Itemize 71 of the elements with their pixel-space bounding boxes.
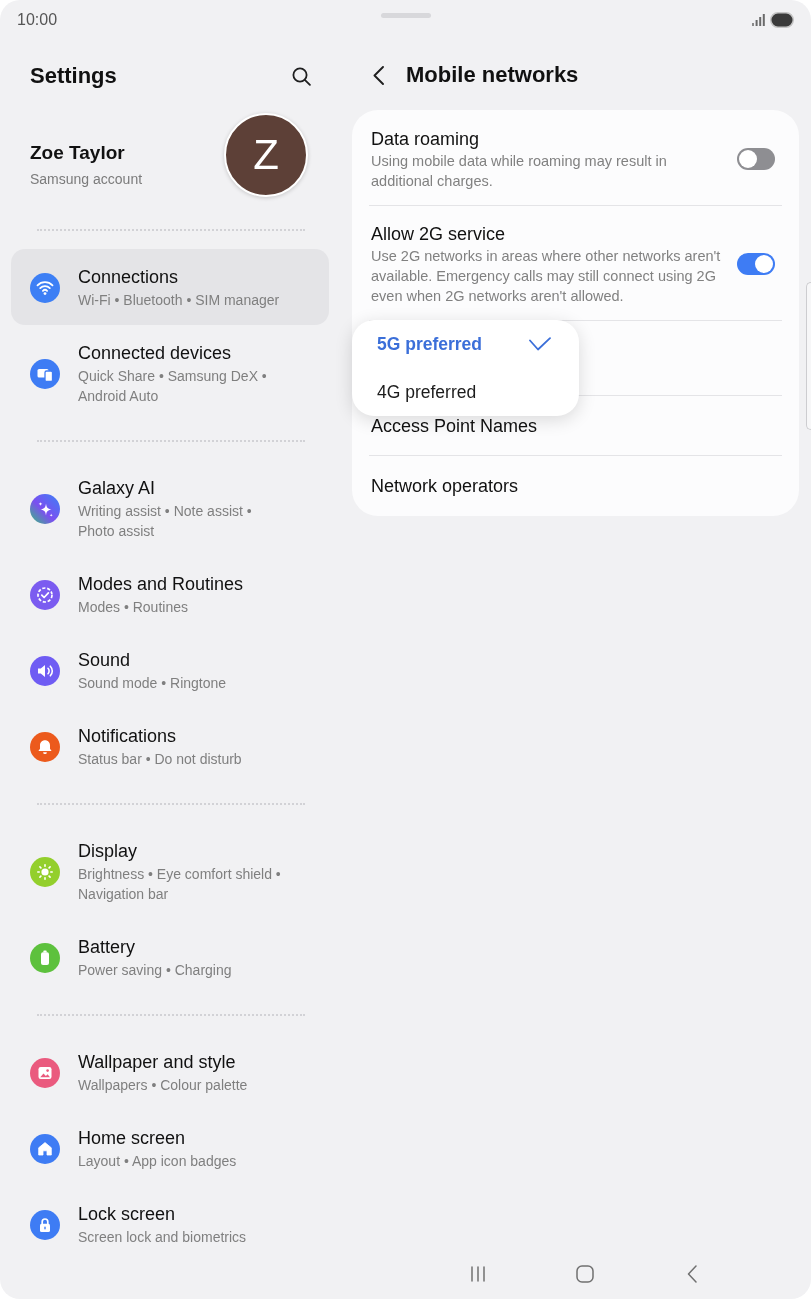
toggle-switch[interactable] — [737, 148, 775, 170]
search-icon — [291, 66, 311, 86]
account-label: Samsung account — [30, 170, 143, 189]
item-subtitle: Wi-Fi • Bluetooth • SIM manager — [78, 291, 280, 310]
status-time: 10:00 — [17, 10, 58, 30]
item-title: Connected devices — [78, 342, 232, 365]
menu-option[interactable]: 5G preferred — [352, 320, 579, 368]
item-subtitle: Status bar • Do not disturb — [78, 750, 242, 769]
item-subtitle: Modes • Routines — [78, 598, 188, 617]
setting-description: Use 2G networks in areas where other networks aren't available. Emergency calls may still connect using 2G even when 2G networks aren't allowed. — [371, 247, 722, 306]
settings-list-item[interactable]: Connected devices Quick Share • Samsung DeX • Android Auto — [11, 325, 329, 421]
avatar[interactable]: Z — [224, 113, 308, 197]
item-subtitle: Screen lock and biometrics — [78, 1228, 247, 1247]
page-title: Settings — [30, 62, 117, 90]
item-subtitle: Wallpapers • Colour palette — [78, 1076, 248, 1095]
back-icon — [372, 65, 384, 85]
item-title: Galaxy AI — [78, 477, 156, 500]
item-title: Modes and Routines — [78, 573, 244, 596]
drag-handle[interactable] — [380, 13, 431, 18]
sparkle-icon — [30, 493, 60, 524]
home-icon — [30, 1133, 60, 1164]
item-title: Sound — [78, 649, 131, 672]
setting-description: Using mobile data while roaming may result in additional charges. — [371, 152, 668, 191]
settings-list-item[interactable]: Galaxy AI Writing assist • Note assist • Photo assist — [11, 460, 329, 556]
wifi-icon — [30, 272, 60, 303]
lock-icon — [30, 1209, 60, 1240]
recents-icon — [470, 1266, 486, 1282]
edge-handle[interactable] — [806, 282, 811, 430]
item-title: Display — [78, 840, 138, 863]
back-icon — [687, 1265, 697, 1283]
check-circle-icon — [30, 579, 60, 610]
item-title: Battery — [78, 936, 136, 959]
settings-list-item[interactable]: Sound Sound mode • Ringtone — [11, 632, 329, 708]
settings-list-item[interactable]: Connections Wi-Fi • Bluetooth • SIM manager — [11, 249, 329, 325]
settings-list-item[interactable]: Modes and Routines Modes • Routines — [11, 556, 329, 632]
settings-list-item[interactable]: Home screen Layout • App icon badges — [11, 1110, 329, 1186]
image-icon — [30, 1057, 60, 1088]
devices-icon — [30, 358, 60, 389]
setting-title[interactable]: Network operators — [371, 474, 519, 498]
item-subtitle: Writing assist • Note assist • Photo assist — [78, 502, 253, 541]
setting-title[interactable]: Access Point Names — [371, 414, 538, 438]
item-title: Home screen — [78, 1127, 186, 1150]
item-subtitle: Layout • App icon badges — [78, 1152, 237, 1171]
item-title: Wallpaper and style — [78, 1051, 236, 1074]
settings-list-item[interactable]: Lock screen Screen lock and biometrics — [11, 1186, 329, 1262]
home-icon — [576, 1265, 594, 1283]
toggle-switch[interactable] — [737, 253, 775, 275]
check-icon — [529, 337, 551, 351]
setting-title: Data roaming — [371, 128, 480, 151]
battery-icon — [30, 942, 60, 973]
item-title: Connections — [78, 266, 179, 289]
item-subtitle: Brightness • Eye comfort shield • Navigation bar — [78, 865, 282, 904]
item-subtitle: Sound mode • Ringtone — [78, 674, 227, 693]
bell-icon — [30, 731, 60, 762]
sun-icon — [30, 856, 60, 887]
profile-name: Zoe Taylor — [30, 141, 125, 165]
item-title: Notifications — [78, 725, 177, 748]
signal-icon — [752, 14, 765, 26]
menu-option[interactable]: 4G preferred — [352, 368, 579, 416]
item-subtitle: Quick Share • Samsung DeX • Android Auto — [78, 367, 268, 406]
settings-list-item[interactable]: Battery Power saving • Charging — [11, 919, 329, 995]
speaker-icon — [30, 655, 60, 686]
item-title: Lock screen — [78, 1203, 176, 1226]
page-title: Mobile networks — [406, 61, 579, 89]
settings-list-item[interactable]: Wallpaper and style Wallpapers • Colour palette — [11, 1034, 329, 1110]
battery-icon — [770, 12, 794, 28]
settings-list-item[interactable]: Notifications Status bar • Do not disturb — [11, 708, 329, 784]
item-subtitle: Power saving • Charging — [78, 961, 232, 980]
search-button[interactable] — [290, 65, 312, 87]
settings-list-item[interactable]: Display Brightness • Eye comfort shield • Navigation bar — [11, 823, 329, 919]
setting-title: Allow 2G service — [371, 223, 506, 246]
